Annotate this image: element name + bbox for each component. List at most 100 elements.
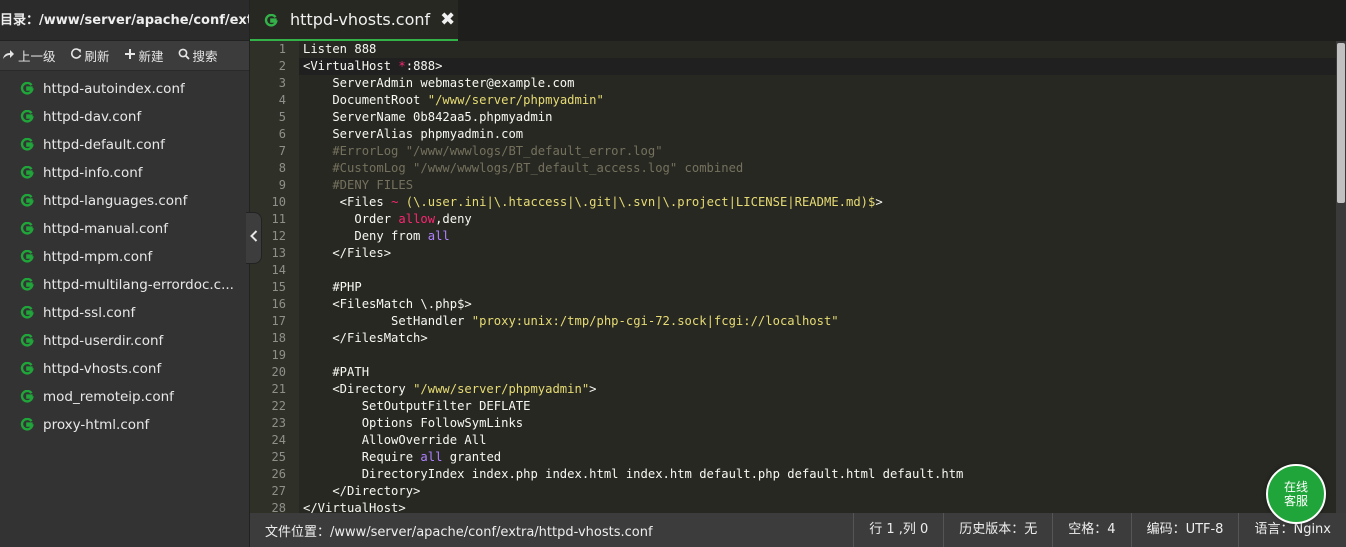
go-up-button[interactable]: 上一级 — [2, 46, 56, 65]
file-list-item[interactable]: httpd-ssl.conf — [0, 299, 249, 327]
code-line: #PATH — [303, 364, 369, 381]
file-list-item[interactable]: httpd-info.conf — [0, 159, 249, 187]
file-g-icon — [20, 361, 34, 376]
code-token: ServerAlias phpmyadmin.com — [303, 127, 524, 141]
editor-scrollbar[interactable] — [1336, 41, 1346, 513]
file-name: httpd-mpm.conf — [43, 249, 153, 265]
search-label: 搜索 — [192, 49, 218, 64]
file-list-item[interactable]: httpd-vhosts.conf — [0, 355, 249, 383]
file-name: httpd-default.conf — [43, 137, 165, 153]
code-token: :888> — [405, 59, 443, 73]
refresh-button[interactable]: 刷新 — [70, 46, 110, 65]
code-line: </VirtualHost> — [303, 500, 406, 513]
line-number: 28 — [271, 501, 286, 513]
code-line: #DENY FILES — [303, 177, 413, 194]
code-token: "/www/server/phpmyadmin" — [427, 93, 604, 107]
code-token: #DENY FILES — [303, 178, 414, 192]
code-token: #PATH — [303, 365, 370, 379]
new-file-button[interactable]: 新建 — [124, 46, 164, 65]
close-tab-icon[interactable]: ✖ — [440, 9, 455, 30]
code-token: Listen 888 — [303, 42, 377, 56]
code-line: <Directory "/www/server/phpmyadmin"> — [303, 381, 597, 398]
code-line: </Files> — [303, 245, 391, 262]
file-list-item[interactable]: httpd-dav.conf — [0, 103, 249, 131]
chevron-left-icon — [249, 230, 258, 246]
code-token: <Directory — [303, 382, 414, 396]
scrollbar-thumb[interactable] — [1337, 43, 1345, 203]
file-name: httpd-dav.conf — [43, 109, 142, 125]
code-line: </Directory> — [303, 483, 420, 500]
history-version[interactable]: 历史版本：无 — [943, 513, 1052, 547]
search-button[interactable]: 搜索 — [178, 46, 218, 65]
cursor-position: 行 1 ,列 0 — [853, 513, 943, 547]
file-list: httpd-autoindex.conf httpd-dav.conf httpd-… — [0, 71, 249, 439]
file-list-item[interactable]: httpd-default.conf — [0, 131, 249, 159]
code-line: Listen 888 — [303, 41, 376, 58]
file-list-item[interactable]: proxy-html.conf — [0, 411, 249, 439]
code-token: "proxy:unix:/tmp/php-cgi-72.sock|fcgi://… — [471, 314, 839, 328]
line-number: 4 — [278, 93, 286, 107]
code-token: SetOutputFilter DEFLATE — [303, 399, 531, 413]
file-g-icon — [264, 13, 278, 27]
collapse-sidebar-button[interactable] — [246, 212, 262, 264]
code-editor[interactable]: 1 2 3 4 5 6 7 8 9 10 11 12 13 14 15 16 17 18 19 20 21 22 23 24 2… — [250, 41, 1346, 513]
line-number: 8 — [278, 161, 286, 175]
line-number: 21 — [271, 382, 286, 396]
file-list-item[interactable]: httpd-languages.conf — [0, 187, 249, 215]
code-token: Options FollowSymLinks — [303, 416, 524, 430]
code-token: <FilesMatch \.php$> — [303, 297, 472, 311]
code-line: DirectoryIndex index.php index.html inde… — [303, 466, 964, 483]
code-token: > — [589, 382, 597, 396]
code-line: Require all granted — [303, 449, 501, 466]
file-name: httpd-autoindex.conf — [43, 81, 185, 97]
file-g-icon — [20, 389, 34, 404]
file-name: proxy-html.conf — [43, 417, 150, 433]
status-bar: 文件位置：/www/server/apache/conf/extra/httpd… — [250, 513, 1346, 547]
code-line: </FilesMatch> — [303, 330, 428, 347]
code-line: #ErrorLog "/www/wwwlogs/BT_default_error… — [303, 143, 663, 160]
file-g-icon — [20, 109, 34, 124]
file-list-item[interactable]: httpd-autoindex.conf — [0, 75, 249, 103]
line-number: 14 — [271, 263, 286, 277]
code-token: allow — [398, 212, 436, 226]
editor-tabbar: httpd-vhosts.conf ✖ — [250, 0, 1346, 41]
online-support-button[interactable]: 在线 客服 — [1266, 464, 1326, 524]
code-token: #ErrorLog "/www/wwwlogs/BT_default_error… — [303, 144, 663, 158]
line-number: 23 — [271, 416, 286, 430]
file-list-item[interactable]: httpd-manual.conf — [0, 215, 249, 243]
file-g-icon — [20, 137, 34, 152]
file-list-item[interactable]: httpd-userdir.conf — [0, 327, 249, 355]
refresh-icon — [70, 47, 82, 64]
code-token: all — [420, 450, 443, 464]
file-name: httpd-languages.conf — [43, 193, 188, 209]
line-number: 1 — [278, 42, 286, 56]
file-list-item[interactable]: httpd-mpm.conf — [0, 243, 249, 271]
code-content[interactable]: Listen 888 <VirtualHost *:888> ServerAdmi… — [303, 41, 1336, 513]
file-g-icon — [20, 333, 34, 348]
code-line: <FilesMatch \.php$> — [303, 296, 472, 313]
tab-httpd-vhosts[interactable]: httpd-vhosts.conf ✖ — [250, 0, 458, 41]
code-token: * — [398, 59, 406, 73]
file-list-item[interactable]: httpd-multilang-errordoc.c... — [0, 271, 249, 299]
file-name: httpd-manual.conf — [43, 221, 168, 237]
file-sidebar: 目录：/www/server/apache/conf/extra 上一级 刷新 … — [0, 0, 250, 547]
arrow-up-right-icon — [2, 48, 15, 64]
line-number: 22 — [271, 399, 286, 413]
code-token: </FilesMatch> — [303, 331, 428, 345]
line-number: 26 — [271, 467, 286, 481]
file-name: httpd-info.conf — [43, 165, 143, 181]
line-number: 12 — [271, 229, 286, 243]
file-list-item[interactable]: mod_remoteip.conf — [0, 383, 249, 411]
code-token: DocumentRoot — [303, 93, 428, 107]
code-line: Deny from all — [303, 228, 449, 245]
file-toolbar: 上一级 刷新 新建 搜索 — [0, 41, 249, 71]
code-line: ServerAdmin webmaster@example.com — [303, 75, 574, 92]
code-token: </Directory> — [303, 484, 421, 498]
encoding-setting[interactable]: 编码：UTF-8 — [1130, 513, 1239, 547]
current-directory-label: 目录：/www/server/apache/conf/extra — [0, 0, 249, 41]
code-token: #PHP — [303, 280, 362, 294]
indent-setting[interactable]: 空格：4 — [1052, 513, 1130, 547]
code-token: "/www/server/phpmyadmin" — [413, 382, 590, 396]
code-token: granted — [442, 450, 502, 464]
